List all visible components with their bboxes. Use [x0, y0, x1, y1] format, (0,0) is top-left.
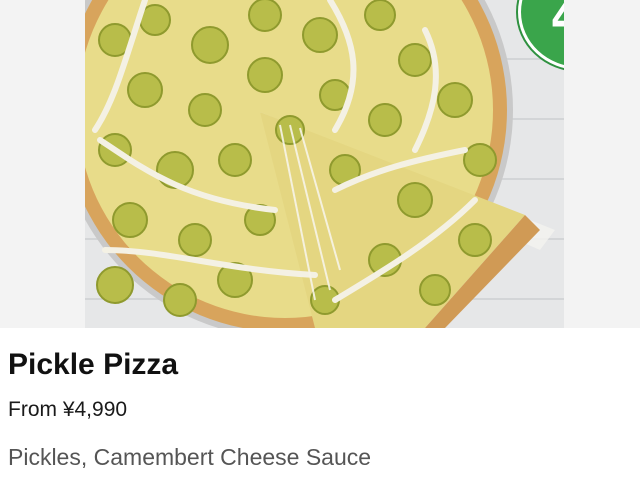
- pizza-illustration: [85, 0, 555, 328]
- product-description: Pickles, Camembert Cheese Sauce: [8, 444, 372, 470]
- pizza-photo[interactable]: 40 cm: [85, 0, 564, 328]
- product-price: From ¥4,990: [8, 398, 128, 421]
- product-image-area: 40 cm: [0, 0, 640, 328]
- product-info-card: Pickle Pizza From ¥4,990 Pickles, Camemb…: [0, 328, 640, 482]
- size-unit: cm: [521, 41, 564, 53]
- size-value: 40: [521, 0, 564, 39]
- product-title: Pickle Pizza: [8, 348, 179, 381]
